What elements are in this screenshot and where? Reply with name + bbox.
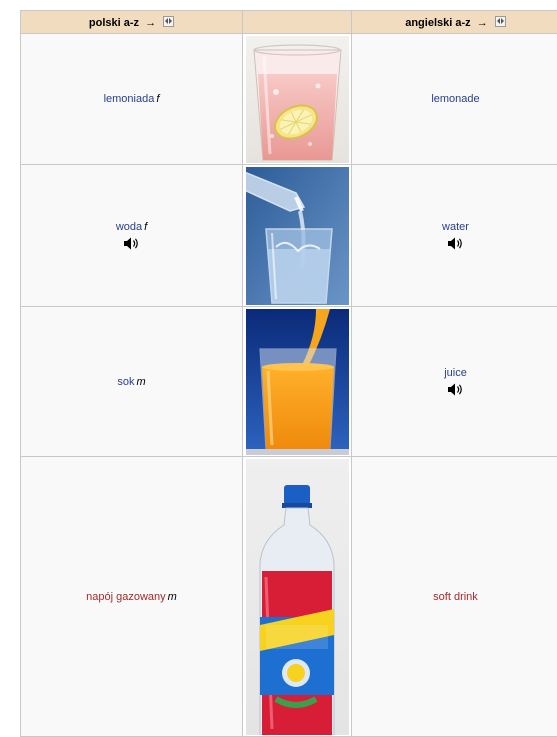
- table-row: wodaf: [21, 165, 557, 307]
- polish-cell: napój gazowanym: [21, 457, 243, 737]
- english-cell: lemonade: [352, 34, 557, 165]
- header-english[interactable]: angielski a-z →: [352, 11, 557, 34]
- sort-icon[interactable]: [495, 16, 506, 27]
- image-cell: [243, 34, 352, 165]
- image-cell: [243, 457, 352, 737]
- polish-word-link[interactable]: lemoniada: [104, 93, 155, 105]
- english-cell: juice: [352, 307, 557, 457]
- polish-word-link[interactable]: woda: [116, 221, 142, 233]
- polish-cell: lemoniadaf: [21, 34, 243, 165]
- english-cell: soft drink: [352, 457, 557, 737]
- table-row: lemoniadaf: [21, 34, 557, 165]
- water-pouring-image[interactable]: [246, 167, 349, 305]
- gender-marker: m: [136, 376, 145, 388]
- vocabulary-table: polski a-z → angielski a-z → lemoniadaf: [20, 10, 557, 737]
- lemonade-glass-image[interactable]: [246, 36, 349, 163]
- header-image: [243, 11, 352, 34]
- english-word-link[interactable]: soft drink: [433, 591, 478, 603]
- header-english-label: angielski a-z: [405, 17, 470, 29]
- english-word-link[interactable]: lemonade: [431, 93, 479, 105]
- gender-marker: f: [156, 93, 159, 105]
- gender-marker: m: [168, 591, 177, 603]
- header-polish[interactable]: polski a-z →: [21, 11, 243, 34]
- image-cell: [243, 165, 352, 307]
- speaker-icon[interactable]: [447, 383, 464, 396]
- header-polish-label: polski a-z: [89, 17, 139, 29]
- polish-cell: sokm: [21, 307, 243, 457]
- sort-arrow: →: [145, 17, 156, 29]
- polish-word-link[interactable]: napój gazowany: [86, 591, 166, 603]
- table-row: napój gazowanym: [21, 457, 557, 737]
- sort-arrow: →: [477, 17, 488, 29]
- soda-bottle-image[interactable]: [246, 459, 349, 735]
- english-cell: water: [352, 165, 557, 307]
- image-cell: [243, 307, 352, 457]
- speaker-icon[interactable]: [447, 237, 464, 250]
- english-word-link[interactable]: water: [442, 221, 469, 233]
- english-word-link[interactable]: juice: [444, 367, 467, 379]
- sort-icon[interactable]: [163, 16, 174, 27]
- polish-cell: wodaf: [21, 165, 243, 307]
- table-row: sokm: [21, 307, 557, 457]
- polish-word-link[interactable]: sok: [117, 376, 134, 388]
- gender-marker: f: [144, 221, 147, 233]
- speaker-icon[interactable]: [123, 237, 140, 250]
- header-row: polski a-z → angielski a-z →: [21, 11, 557, 34]
- orange-juice-image[interactable]: [246, 309, 349, 455]
